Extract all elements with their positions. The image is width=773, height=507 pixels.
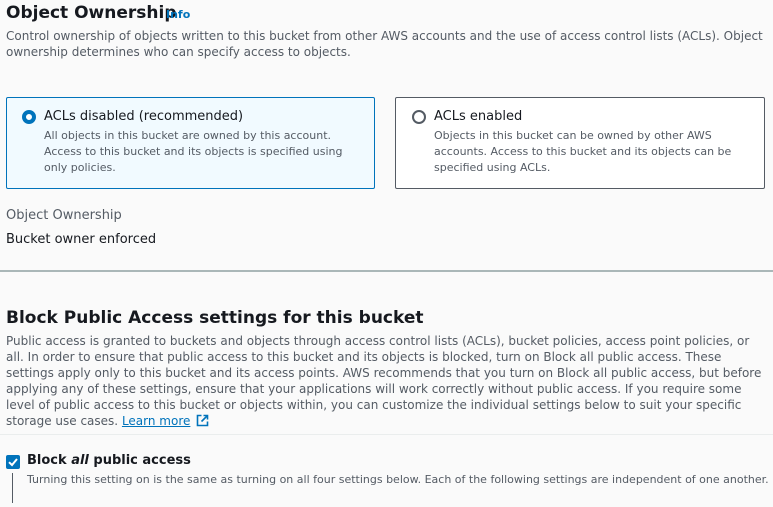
block-all-label-prefix: Block xyxy=(27,453,72,468)
block-all-public-access-description: Turning this setting on is the same as t… xyxy=(27,473,769,486)
option-description-acls-disabled: All objects in this bucket are owned by … xyxy=(44,129,343,174)
option-label-acls-disabled: ACLs disabled (recommended) xyxy=(44,109,244,124)
info-link[interactable]: Info xyxy=(166,8,190,21)
block-public-access-title: Block Public Access settings for this bu… xyxy=(6,308,424,328)
object-ownership-field-label: Object Ownership xyxy=(6,208,122,223)
section-divider xyxy=(0,270,773,272)
block-public-access-description: Public access is granted to buckets and … xyxy=(6,333,768,431)
indent-guide-line xyxy=(12,473,13,503)
radio-unselected-icon[interactable] xyxy=(412,110,426,124)
object-ownership-field-value: Bucket owner enforced xyxy=(6,232,157,247)
block-all-label-emphasis: all xyxy=(71,453,89,468)
block-all-label-suffix: public access xyxy=(88,453,191,468)
radio-selected-icon[interactable] xyxy=(22,110,36,124)
block-all-public-access-checkbox[interactable] xyxy=(6,455,20,469)
option-label-acls-enabled: ACLs enabled xyxy=(434,109,523,124)
option-card-acls-enabled[interactable]: ACLs enabled Objects in this bucket can … xyxy=(395,97,765,189)
block-all-public-access-label[interactable]: Block all public access xyxy=(27,453,191,468)
block-public-access-description-text: Public access is granted to buckets and … xyxy=(6,334,762,428)
subsection-divider xyxy=(0,434,773,435)
option-description-acls-enabled: Objects in this bucket can be owned by o… xyxy=(434,129,732,174)
checkmark-icon xyxy=(8,458,18,467)
external-link-icon[interactable] xyxy=(196,414,209,431)
object-ownership-title: Object Ownership xyxy=(6,3,177,23)
learn-more-link[interactable]: Learn more xyxy=(122,414,190,428)
object-ownership-description: Control ownership of objects written to … xyxy=(6,29,763,59)
option-card-acls-disabled[interactable]: ACLs disabled (recommended) All objects … xyxy=(6,97,375,189)
